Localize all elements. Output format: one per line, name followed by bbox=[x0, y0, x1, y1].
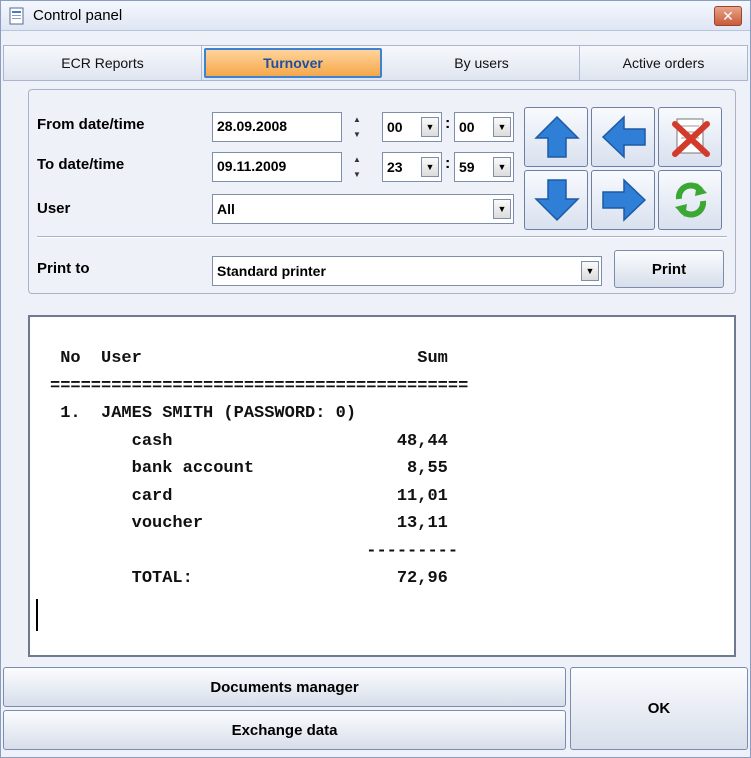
tab-bar: ECR Reports Turnover By users Active ord… bbox=[3, 45, 748, 81]
refresh-icon bbox=[675, 182, 707, 218]
to-date-label: To date/time bbox=[37, 156, 125, 173]
report-line: ========================================… bbox=[50, 376, 469, 396]
control-panel-window: Control panel ✕ ECR Reports Turnover By … bbox=[0, 0, 751, 758]
move-up-button[interactable] bbox=[524, 107, 588, 167]
chevron-down-icon[interactable]: ▼ bbox=[421, 157, 439, 177]
arrow-down-icon bbox=[534, 179, 580, 222]
print-to-select[interactable]: Standard printer ▼ bbox=[212, 256, 602, 286]
documents-manager-button[interactable]: Documents manager bbox=[3, 667, 566, 707]
document-icon bbox=[9, 7, 24, 25]
print-button[interactable]: Print bbox=[614, 250, 724, 288]
spin-up-icon[interactable]: ▲ bbox=[346, 112, 368, 127]
refresh-button[interactable] bbox=[658, 170, 722, 230]
report-line: TOTAL: 72,96 bbox=[50, 569, 448, 588]
print-to-label: Print to bbox=[37, 260, 90, 277]
print-to-value: Standard printer bbox=[217, 263, 326, 279]
exchange-data-button[interactable]: Exchange data bbox=[3, 710, 566, 750]
chevron-down-icon[interactable]: ▼ bbox=[581, 261, 599, 281]
from-hour-select[interactable]: 00 ▼ bbox=[382, 112, 442, 142]
delete-button[interactable] bbox=[658, 107, 722, 167]
close-button[interactable]: ✕ bbox=[714, 6, 742, 26]
from-date-label: From date/time bbox=[37, 116, 145, 133]
tab-by-users[interactable]: By users bbox=[384, 46, 580, 80]
chevron-down-icon[interactable]: ▼ bbox=[421, 117, 439, 137]
from-date-spinner[interactable]: ▲ ▼ bbox=[346, 112, 368, 142]
move-right-button[interactable] bbox=[591, 170, 655, 230]
text-caret bbox=[36, 599, 38, 631]
from-minute-value: 00 bbox=[459, 119, 475, 135]
to-hour-value: 23 bbox=[387, 159, 403, 175]
spin-down-icon[interactable]: ▼ bbox=[346, 167, 368, 182]
user-label: User bbox=[37, 200, 71, 217]
report-line: --------- bbox=[50, 541, 459, 561]
delete-icon bbox=[672, 118, 710, 157]
arrow-up-icon bbox=[534, 115, 580, 158]
spin-down-icon[interactable]: ▼ bbox=[346, 127, 368, 142]
move-down-button[interactable] bbox=[524, 170, 588, 230]
move-left-button[interactable] bbox=[591, 107, 655, 167]
chevron-down-icon[interactable]: ▼ bbox=[493, 117, 511, 137]
to-date-field[interactable]: 09.11.2009 bbox=[212, 152, 342, 182]
tab-active-orders[interactable]: Active orders bbox=[580, 46, 747, 80]
arrow-right-icon bbox=[602, 178, 647, 222]
time-separator: : bbox=[445, 155, 451, 172]
to-minute-value: 59 bbox=[459, 159, 475, 175]
user-value: All bbox=[217, 201, 235, 217]
from-minute-select[interactable]: 00 ▼ bbox=[454, 112, 514, 142]
ok-button[interactable]: OK bbox=[570, 667, 748, 750]
spin-up-icon[interactable]: ▲ bbox=[346, 152, 368, 167]
chevron-down-icon[interactable]: ▼ bbox=[493, 199, 511, 219]
divider bbox=[37, 236, 727, 238]
from-date-field[interactable]: 28.09.2008 bbox=[212, 112, 342, 142]
tab-ecr-reports[interactable]: ECR Reports bbox=[4, 46, 202, 80]
chevron-down-icon[interactable]: ▼ bbox=[493, 157, 511, 177]
report-text: No User Sum =============================… bbox=[50, 345, 468, 593]
report-line: cash 48,44 bbox=[50, 431, 448, 451]
window-title: Control panel bbox=[33, 7, 123, 24]
report-output[interactable]: No User Sum =============================… bbox=[28, 315, 736, 657]
report-line: 1. JAMES SMITH (PASSWORD: 0) bbox=[50, 404, 357, 423]
report-line: No User Sum bbox=[50, 349, 448, 368]
user-select[interactable]: All ▼ bbox=[212, 194, 514, 224]
report-line: card 11,01 bbox=[50, 486, 448, 506]
report-line: voucher 13,11 bbox=[50, 514, 448, 533]
title-bar: Control panel ✕ bbox=[1, 1, 750, 31]
tab-turnover[interactable]: Turnover bbox=[204, 48, 382, 78]
time-separator: : bbox=[445, 115, 451, 132]
filter-panel: From date/time 28.09.2008 ▲ ▼ 00 ▼ : 00 … bbox=[28, 89, 736, 294]
to-hour-select[interactable]: 23 ▼ bbox=[382, 152, 442, 182]
report-line: bank account 8,55 bbox=[50, 459, 448, 478]
arrow-left-icon bbox=[601, 115, 646, 159]
to-minute-select[interactable]: 59 ▼ bbox=[454, 152, 514, 182]
to-date-spinner[interactable]: ▲ ▼ bbox=[346, 152, 368, 182]
from-hour-value: 00 bbox=[387, 119, 403, 135]
